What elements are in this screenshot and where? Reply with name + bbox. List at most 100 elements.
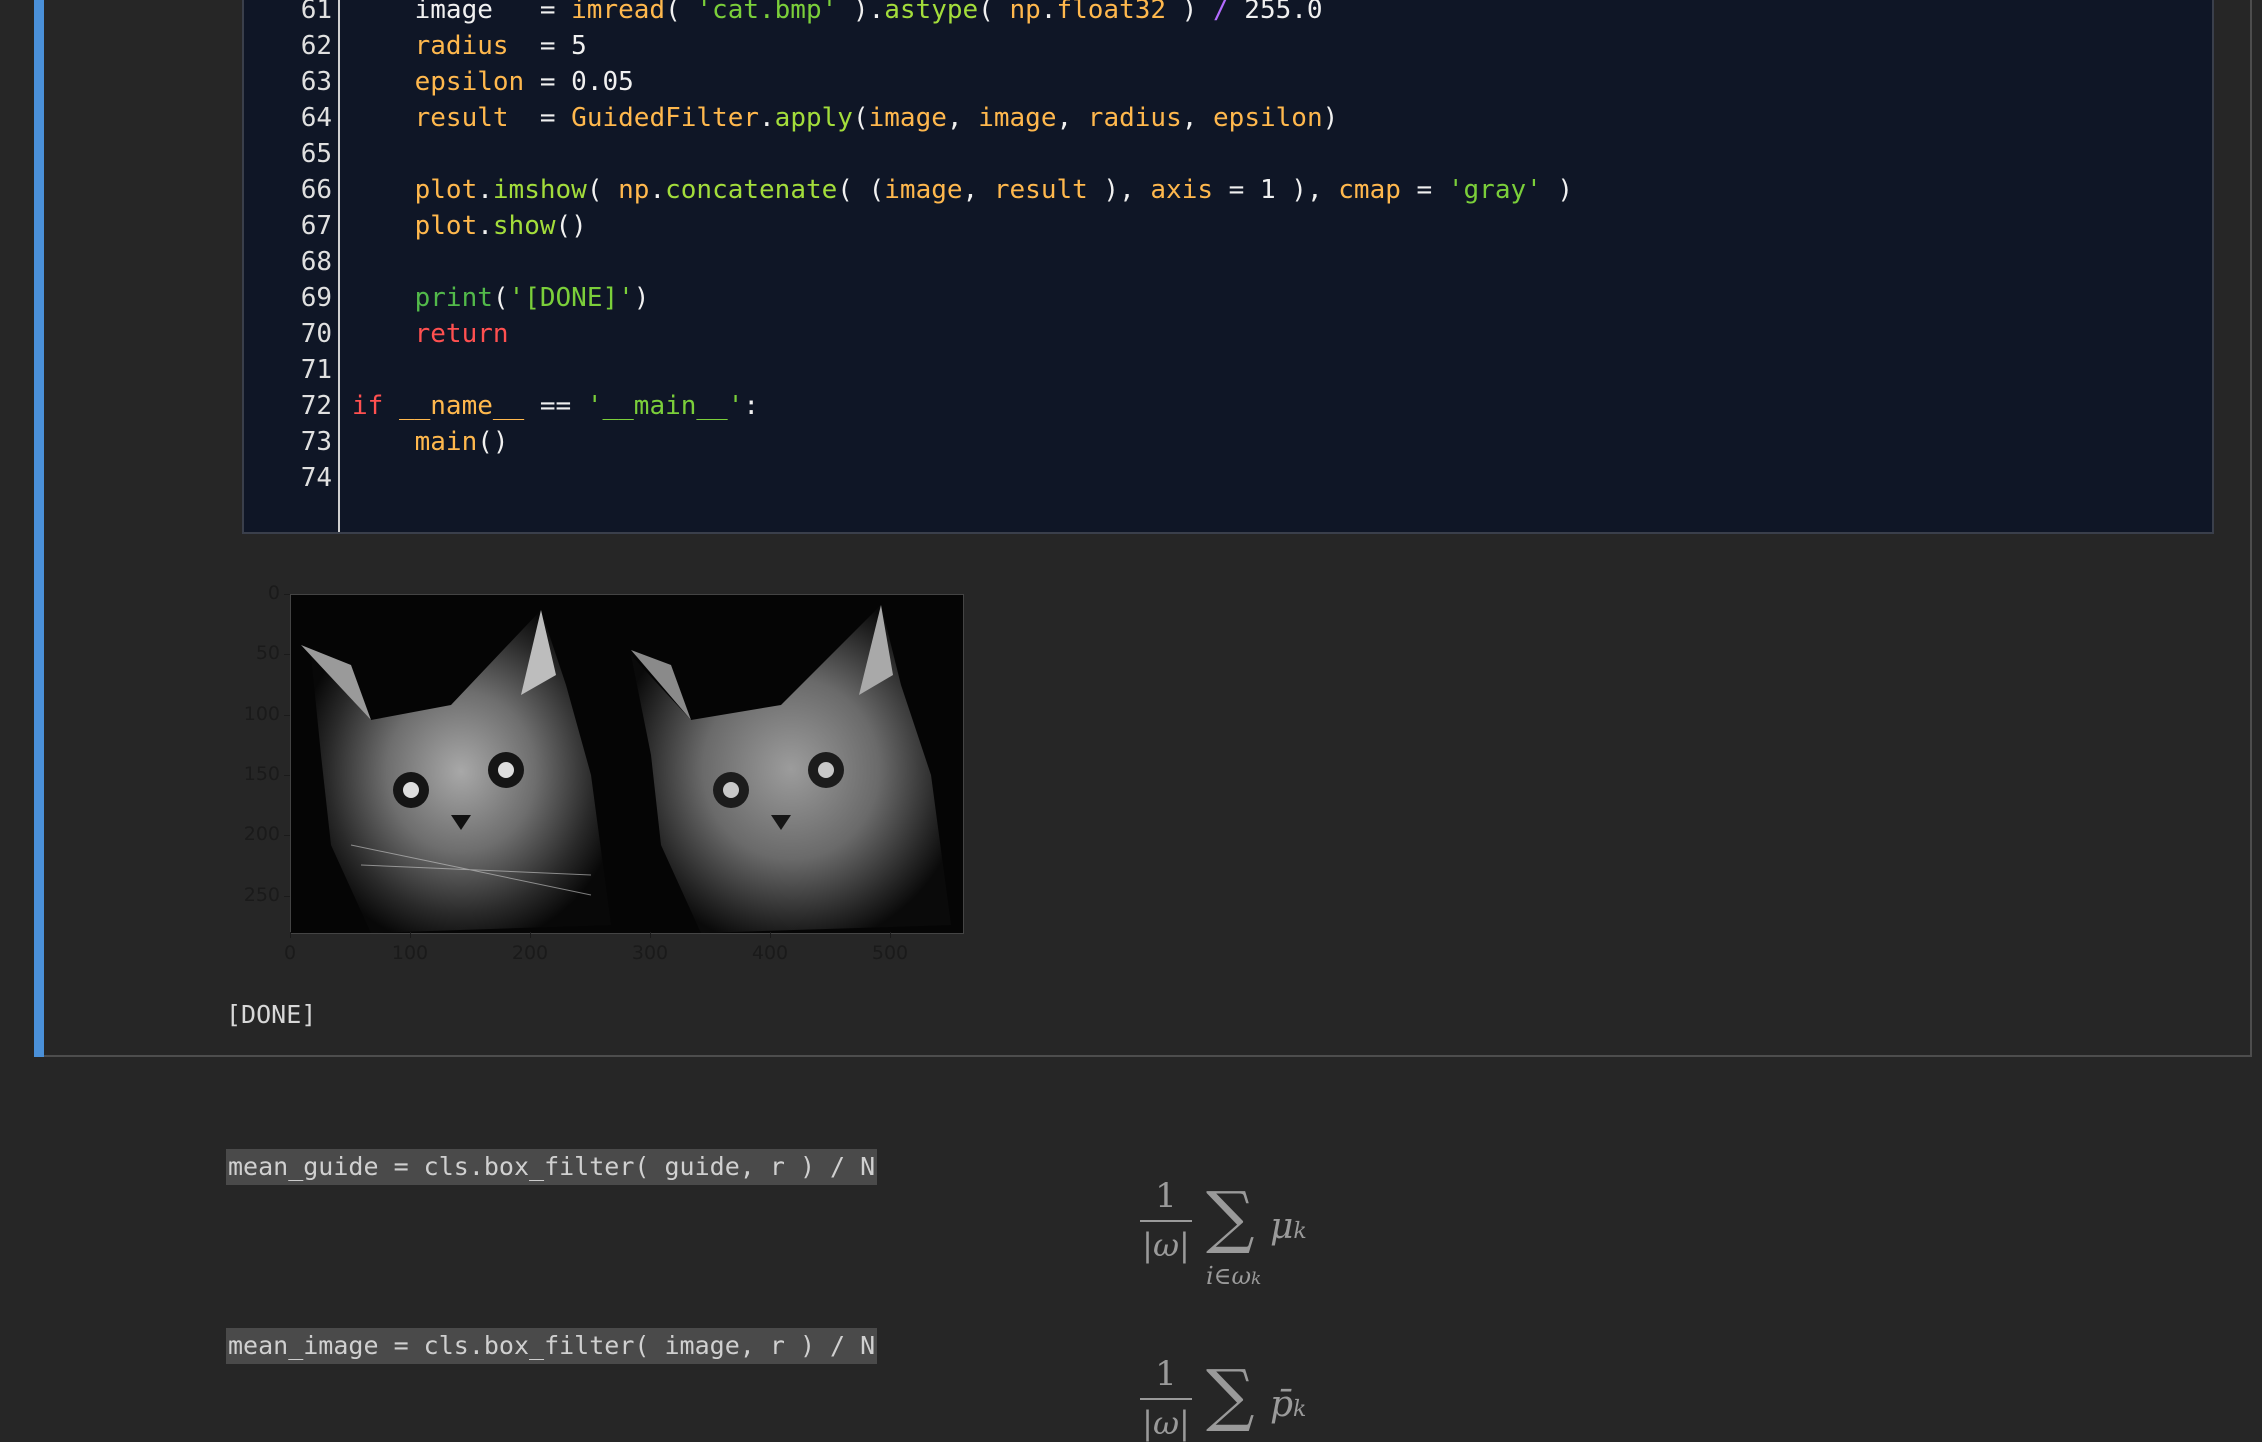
y-tick-label: 100 xyxy=(243,702,280,725)
code-token: ), xyxy=(1087,175,1151,205)
code-token: = xyxy=(508,103,572,133)
code-token: , xyxy=(946,103,979,133)
x-tick-label: 200 xyxy=(511,942,549,964)
line-number: 68 xyxy=(300,247,332,277)
code-token: image xyxy=(868,103,947,133)
code-token: == xyxy=(524,391,587,421)
y-tick-mark xyxy=(284,654,290,656)
code-token: = 5 xyxy=(508,31,587,61)
code-token: ) xyxy=(1166,0,1213,25)
code-token: image xyxy=(884,175,963,205)
code-token: concatenate xyxy=(665,175,838,205)
code-line[interactable]: 62 radius = 5 xyxy=(250,28,587,64)
code-token: ) xyxy=(1322,103,1339,133)
code-token: np xyxy=(618,175,650,205)
y-tick-label: 200 xyxy=(243,823,280,846)
code-token: axis xyxy=(1150,175,1214,205)
line-number: 65 xyxy=(300,139,332,169)
code-line[interactable]: 66 plot.imshow( np.concatenate( (image, … xyxy=(250,172,1573,208)
code-token: radius xyxy=(414,31,509,61)
inline-code-mean-guide: mean_guide = cls.box_filter( guide, r ) … xyxy=(226,1149,878,1185)
x-tick-label: 0 xyxy=(283,942,297,964)
code-token: '__main__' xyxy=(586,391,744,421)
x-tick-mark xyxy=(530,932,531,938)
code-line[interactable]: 64 result = GuidedFilter.apply(image, im… xyxy=(250,100,1339,136)
eq1-denominator: |ω| xyxy=(1142,1226,1190,1264)
x-tick-label: 400 xyxy=(751,942,789,964)
code-line[interactable]: 69 print('[DONE]') xyxy=(250,280,650,316)
code-token: show xyxy=(492,211,556,241)
code-token: apply xyxy=(774,103,853,133)
code-token: __name__ xyxy=(398,391,525,421)
code-line[interactable]: 61 image = imread( 'cat.bmp' ).astype( n… xyxy=(250,0,1323,28)
code-token: result xyxy=(993,175,1088,205)
line-number: 66 xyxy=(300,175,332,205)
code-token: 255.0 xyxy=(1228,0,1323,25)
code-token: . xyxy=(477,175,493,205)
eq2-numerator: 1 xyxy=(1155,1354,1177,1394)
code-line[interactable]: 74 xyxy=(250,460,352,496)
eq1-sum-symbol: ∑ xyxy=(1206,1178,1255,1257)
line-number: 62 xyxy=(300,31,332,61)
code-token: . xyxy=(759,103,775,133)
code-token: , xyxy=(1056,103,1088,133)
line-number: 67 xyxy=(300,211,332,241)
code-token: epsilon xyxy=(1213,103,1323,133)
code-token: 'cat.bmp' xyxy=(696,0,838,25)
y-tick-label: 150 xyxy=(243,763,280,786)
code-token: () xyxy=(477,427,509,457)
code-line[interactable]: 63 epsilon = 0.05 xyxy=(250,64,634,100)
code-line[interactable]: 67 plot.show() xyxy=(250,208,587,244)
code-line[interactable]: 73 main() xyxy=(250,424,509,460)
y-tick-label: 0 xyxy=(267,582,280,604)
code-token: ). xyxy=(837,0,885,25)
code-token: ( xyxy=(665,0,697,25)
eq1-numerator: 1 xyxy=(1155,1176,1177,1216)
eq2-sum-symbol: ∑ xyxy=(1206,1356,1255,1435)
code-token: if xyxy=(352,391,384,421)
code-token: ( xyxy=(492,283,509,313)
kitten-original xyxy=(301,610,611,933)
code-line[interactable]: 72 if __name__ == '__main__': xyxy=(250,388,759,424)
y-tick-mark xyxy=(284,835,290,837)
code-token: / xyxy=(1213,0,1229,25)
x-tick-mark xyxy=(290,932,291,938)
code-line[interactable]: 70 return xyxy=(250,316,509,352)
code-token: plot xyxy=(414,175,478,205)
kitten-filtered xyxy=(631,605,951,933)
code-token: plot xyxy=(414,211,478,241)
code-token: ( ( xyxy=(837,175,885,205)
y-tick-label: 250 xyxy=(243,883,280,906)
cell-selection-bar xyxy=(34,0,44,1057)
x-tick-mark xyxy=(650,932,651,938)
code-token: radius xyxy=(1087,103,1182,133)
code-token: imread xyxy=(571,0,666,25)
y-tick-mark xyxy=(284,714,290,716)
code-token: imshow xyxy=(492,175,587,205)
eq1-term: μk xyxy=(1270,1206,1307,1247)
code-token: . xyxy=(1040,0,1057,25)
code-line[interactable]: 68 xyxy=(250,244,352,280)
x-tick-label: 100 xyxy=(391,942,429,964)
inline-code-mean-image: mean_image = cls.box_filter( image, r ) … xyxy=(226,1328,878,1364)
plot-output: 0 50 100 150 200 250 0 100 200 300 400 500 xyxy=(228,582,998,974)
code-token: 'gray' xyxy=(1447,175,1542,205)
line-number: 71 xyxy=(300,355,332,385)
code-token: print xyxy=(414,283,493,313)
code-line[interactable]: 65 xyxy=(250,136,352,172)
line-number: 73 xyxy=(300,427,332,457)
code-token: = 0.05 xyxy=(524,67,634,97)
code-line[interactable]: 71 xyxy=(250,352,352,388)
y-tick-mark xyxy=(284,775,290,777)
code-token: return xyxy=(414,319,509,349)
x-tick-label: 300 xyxy=(631,942,669,964)
output-done-text: [DONE] xyxy=(226,1000,317,1029)
cat-image-plot xyxy=(290,594,964,934)
eq2-term: p̄k xyxy=(1270,1384,1307,1425)
x-tick-mark xyxy=(770,932,771,938)
